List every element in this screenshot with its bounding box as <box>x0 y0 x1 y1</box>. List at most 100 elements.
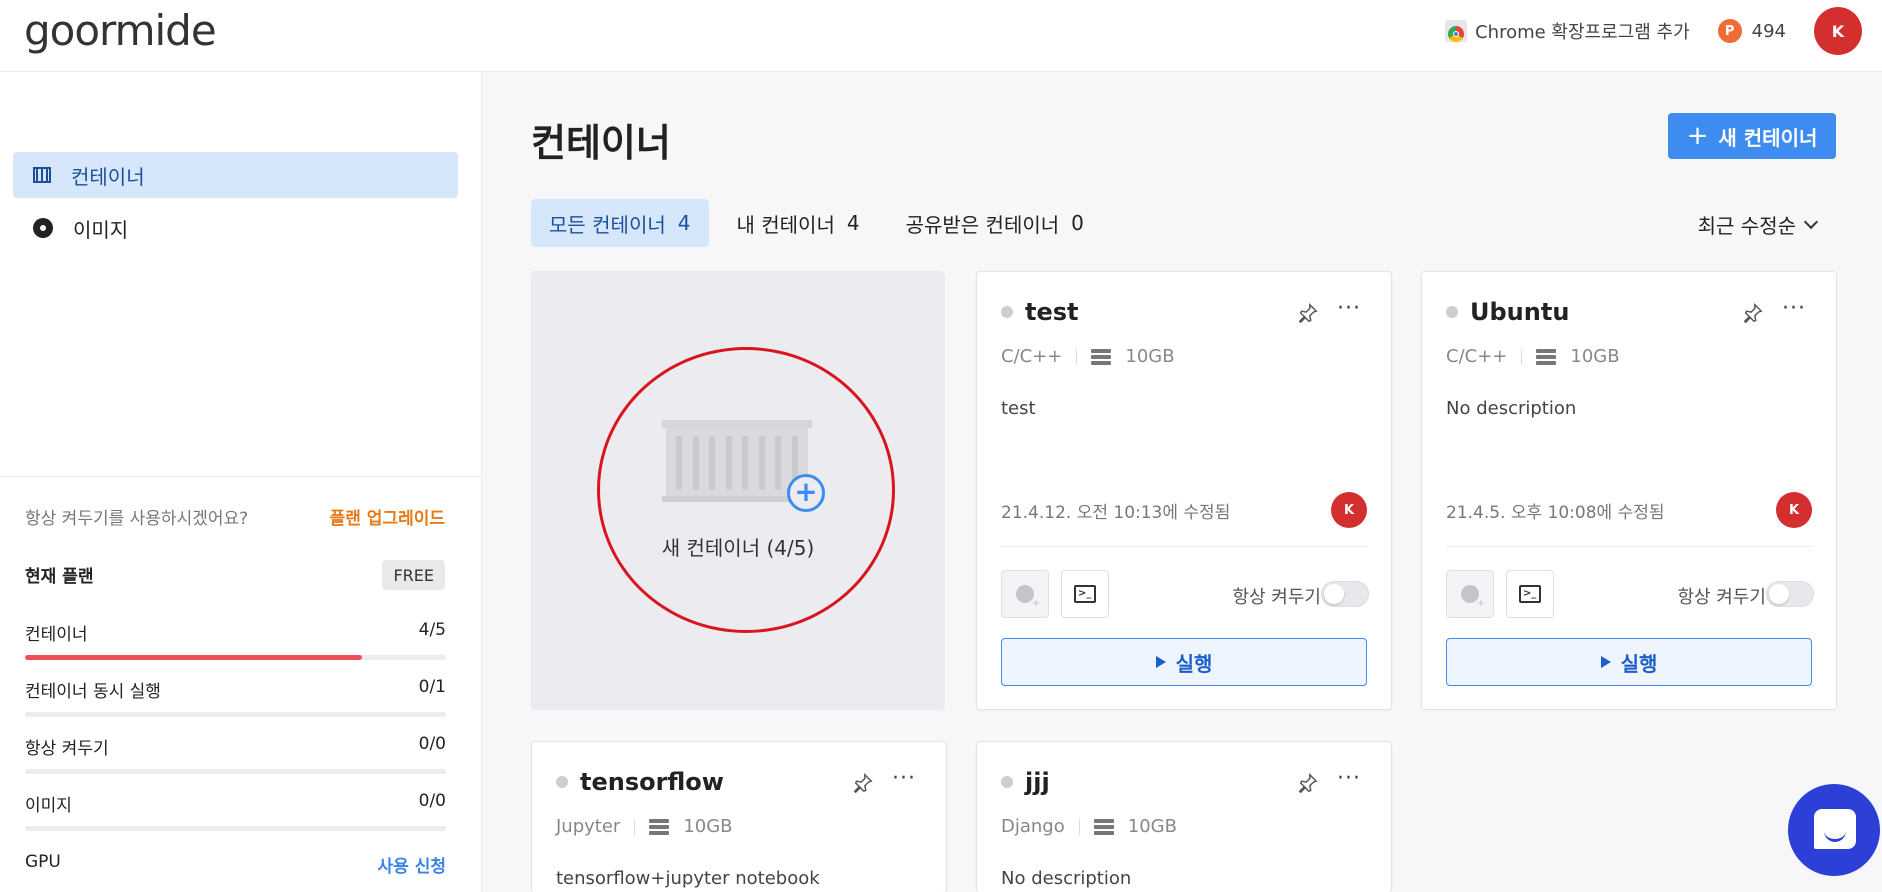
card-divider <box>1001 546 1367 547</box>
points-value: 494 <box>1751 20 1786 42</box>
header-right: Chrome 확장프로그램 추가 P 494 K <box>1445 7 1862 55</box>
status-dot-icon <box>1446 306 1458 318</box>
usage-label: 컨테이너 <box>25 625 88 645</box>
usage-label: 컨테이너 동시 실행 <box>25 682 161 702</box>
container-description: No description <box>1001 868 1132 889</box>
tab-my-containers[interactable]: 내 컨테이너 4 <box>719 199 878 247</box>
plan-upgrade-link[interactable]: 플랜 업그레이드 <box>330 504 445 529</box>
storage-icon <box>1536 348 1557 365</box>
usage-value: 0/0 <box>418 791 446 811</box>
owner-avatar: K <box>1331 492 1367 528</box>
plan-badge: FREE <box>382 560 445 590</box>
chrome-extension-link[interactable]: Chrome 확장프로그램 추가 <box>1445 18 1690 44</box>
sidebar: 컨테이너 이미지 항상 켜두기를 사용하시겠어요? 플랜 업그레이드 현재 플랜… <box>0 72 482 892</box>
container-card-ubuntu[interactable]: Ubuntu ··· C/C++ 10GB No description 21.… <box>1421 271 1837 710</box>
usage-bar <box>25 826 446 831</box>
container-stack: C/C++ <box>1001 346 1063 367</box>
usage-concurrent: 컨테이너 동시 실행 0/1 <box>25 677 446 717</box>
usage-always-on: 항상 켜두기 0/0 <box>25 734 446 774</box>
tab-count: 4 <box>677 211 691 235</box>
container-stack: Django <box>1001 816 1065 837</box>
more-options-icon[interactable]: ··· <box>1782 296 1806 321</box>
more-options-icon[interactable]: ··· <box>1337 296 1361 321</box>
container-storage: 10GB <box>683 816 733 837</box>
container-stack: C/C++ <box>1446 346 1508 367</box>
image-button[interactable] <box>1001 570 1049 618</box>
tab-label: 모든 컨테이너 <box>549 212 666 237</box>
container-card-test[interactable]: test ··· C/C++ 10GB test 21.4.12. 오전 10:… <box>976 271 1392 710</box>
container-name[interactable]: test <box>1025 298 1079 326</box>
container-modified: 21.4.12. 오전 10:13에 수정됨 <box>1001 503 1231 523</box>
storage-icon <box>1091 348 1112 365</box>
chevron-down-icon <box>1803 214 1819 229</box>
chrome-icon <box>1445 20 1468 42</box>
sort-dropdown[interactable]: 최근 수정순 <box>1697 210 1819 239</box>
points-display[interactable]: P 494 <box>1717 19 1786 43</box>
image-button[interactable] <box>1446 570 1494 618</box>
container-name[interactable]: jjj <box>1025 768 1050 796</box>
container-card-jjj[interactable]: jjj ··· Django 10GB No description <box>976 741 1392 892</box>
container-card-tensorflow[interactable]: tensorflow ··· Jupyter 10GB tensorflow+j… <box>531 741 947 892</box>
chat-launcher-button[interactable] <box>1788 784 1880 876</box>
card-meta: C/C++ 10GB <box>1446 346 1620 367</box>
tab-count: 4 <box>846 211 860 235</box>
page-title: 컨테이너 <box>531 121 671 165</box>
container-storage: 10GB <box>1127 816 1177 837</box>
gpu-apply-link[interactable]: 사용 신청 <box>378 852 446 877</box>
goormide-logo[interactable]: goormide <box>24 6 217 55</box>
status-dot-icon <box>556 776 568 788</box>
container-storage: 10GB <box>1570 346 1620 367</box>
container-name[interactable]: tensorflow <box>580 768 724 796</box>
terminal-button[interactable]: >_ <box>1506 570 1554 618</box>
user-avatar[interactable]: K <box>1814 7 1862 55</box>
sidebar-divider <box>0 476 481 477</box>
disc-add-icon <box>1461 585 1485 609</box>
storage-icon <box>1093 818 1114 835</box>
terminal-icon: >_ <box>1519 585 1541 603</box>
card-meta: C/C++ 10GB <box>1001 346 1175 367</box>
usage-images: 이미지 0/0 <box>25 791 446 831</box>
run-button[interactable]: 실행 <box>1446 638 1812 686</box>
terminal-icon: >_ <box>1074 585 1096 603</box>
more-options-icon[interactable]: ··· <box>892 766 916 791</box>
sort-label: 최근 수정순 <box>1697 214 1796 238</box>
container-description: No description <box>1446 398 1577 419</box>
run-label: 실행 <box>1620 651 1658 676</box>
container-name[interactable]: Ubuntu <box>1470 298 1569 326</box>
run-button[interactable]: 실행 <box>1001 638 1367 686</box>
chrome-extension-label: Chrome 확장프로그램 추가 <box>1475 22 1690 43</box>
usage-bar <box>25 712 446 717</box>
card-divider <box>1446 546 1812 547</box>
pin-icon[interactable] <box>1297 302 1319 324</box>
new-container-button[interactable]: + 새 컨테이너 <box>1668 113 1836 159</box>
usage-label: 이미지 <box>25 796 72 816</box>
usage-bar-fill <box>25 655 362 660</box>
tab-shared-containers[interactable]: 공유받은 컨테이너 0 <box>888 199 1102 247</box>
card-header: tensorflow <box>556 768 724 796</box>
container-storage: 10GB <box>1125 346 1175 367</box>
usage-value: 4/5 <box>418 620 446 640</box>
sidebar-item-images[interactable]: 이미지 <box>13 205 458 251</box>
play-icon <box>1155 656 1166 668</box>
container-icon <box>33 167 51 183</box>
tab-label: 공유받은 컨테이너 <box>905 212 1060 237</box>
usage-value: 0/0 <box>418 734 446 754</box>
tab-all-containers[interactable]: 모든 컨테이너 4 <box>531 199 709 247</box>
point-icon: P <box>1717 19 1742 43</box>
plus-icon: + <box>1686 121 1709 151</box>
chat-icon <box>1814 809 1856 849</box>
status-dot-icon <box>1001 306 1013 318</box>
top-bar: goormide Chrome 확장프로그램 추가 P 494 K <box>0 0 1882 72</box>
terminal-button[interactable]: >_ <box>1061 570 1109 618</box>
tab-count: 0 <box>1071 211 1084 235</box>
pin-icon[interactable] <box>1742 302 1764 324</box>
always-on-toggle[interactable] <box>1321 581 1369 607</box>
owner-avatar: K <box>1776 492 1812 528</box>
pin-icon[interactable] <box>1297 772 1319 794</box>
card-header: Ubuntu <box>1446 298 1569 326</box>
always-on-toggle[interactable] <box>1766 581 1814 607</box>
pin-icon[interactable] <box>852 772 874 794</box>
more-options-icon[interactable]: ··· <box>1337 766 1361 791</box>
sidebar-item-containers[interactable]: 컨테이너 <box>13 152 458 198</box>
usage-label: 항상 켜두기 <box>25 739 109 759</box>
